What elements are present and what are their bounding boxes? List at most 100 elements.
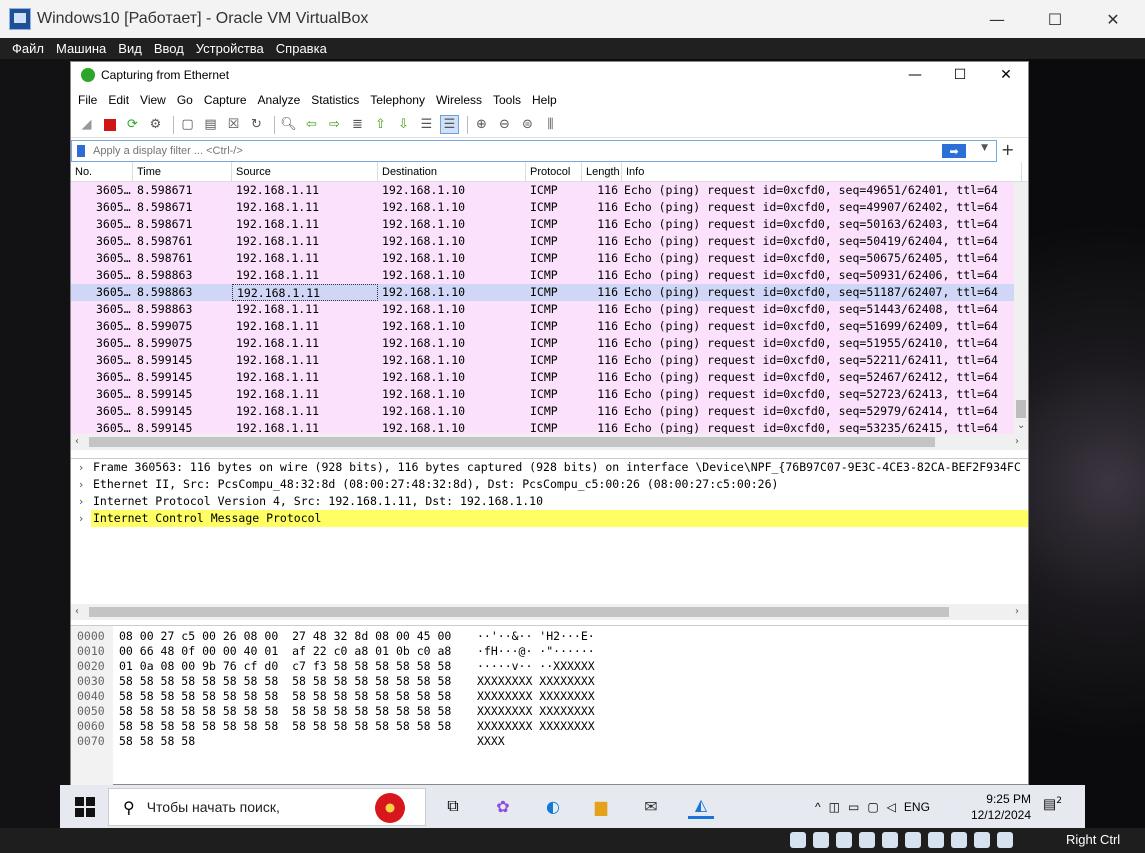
hdd-status-icon[interactable] (790, 832, 806, 848)
packet-row[interactable]: 3605… 8.598761 192.168.1.11 192.168.1.10 ICM… (71, 233, 1028, 250)
tray-network-icon[interactable]: ▢ (867, 800, 878, 814)
byte-row[interactable]: 0000 08 00 27 c5 00 26 08 00 27 48 32 8d … (71, 629, 1028, 644)
display-status-icon[interactable] (928, 832, 944, 848)
menu-help[interactable]: Help (532, 93, 557, 107)
menu-edit[interactable]: Edit (108, 93, 129, 107)
detail-row-ipv4[interactable]: › Internet Protocol Version 4, Src: 192.1… (71, 493, 1028, 510)
packet-list-hscrollbar[interactable]: ‹ › (71, 434, 1028, 450)
vbox-menu-file[interactable]: Файл (12, 41, 44, 56)
capture-options-icon[interactable]: ⚙ (146, 115, 165, 134)
column-info[interactable]: Info (622, 162, 1022, 181)
column-time[interactable]: Time (133, 162, 232, 181)
go-forward-icon[interactable]: ⇨ (325, 115, 344, 134)
minimize-button[interactable]: — (968, 0, 1026, 38)
byte-row[interactable]: 0050 58 58 58 58 58 58 58 58 58 58 58 58 … (71, 704, 1028, 719)
details-hscrollbar[interactable]: ‹ › (71, 604, 1028, 620)
menu-telephony[interactable]: Telephony (370, 93, 425, 107)
menu-wireless[interactable]: Wireless (436, 93, 482, 107)
packet-row[interactable]: 3605… 8.599145 192.168.1.11 192.168.1.10 ICM… (71, 352, 1028, 369)
packet-list-vscrollbar[interactable]: ⌄ (1014, 182, 1028, 434)
scroll-down-icon[interactable]: ⌄ (1017, 420, 1025, 431)
expand-chevron-icon[interactable]: › (71, 476, 91, 493)
ws-close-button[interactable]: ✕ (983, 62, 1029, 88)
packet-row[interactable]: 3605… 8.598671 192.168.1.11 192.168.1.10 ICM… (71, 199, 1028, 216)
ws-maximize-button[interactable]: ☐ (937, 62, 983, 88)
tray-language[interactable]: ENG (904, 800, 930, 814)
hscroll-thumb[interactable] (89, 437, 935, 447)
audio-status-icon[interactable] (836, 832, 852, 848)
menu-capture[interactable]: Capture (204, 93, 247, 107)
close-button[interactable]: ✕ (1084, 0, 1142, 38)
vbox-menu-view[interactable]: Вид (118, 41, 142, 56)
restart-capture-icon[interactable]: ⟳ (123, 115, 142, 134)
byte-row[interactable]: 0040 58 58 58 58 58 58 58 58 58 58 58 58 … (71, 689, 1028, 704)
start-capture-icon[interactable]: ◢ (77, 115, 96, 134)
tray-volume-icon[interactable]: ◁ (887, 800, 896, 814)
vbox-menu-help[interactable]: Справка (276, 41, 327, 56)
detail-row-icmp[interactable]: › Internet Control Message Protocol (71, 510, 1028, 527)
vscroll-thumb[interactable] (1016, 400, 1026, 418)
packet-row[interactable]: 3605… 8.599075 192.168.1.11 192.168.1.10 ICM… (71, 335, 1028, 352)
colorize-icon[interactable]: ☰ (440, 115, 459, 134)
packet-row[interactable]: 3605… 8.598671 192.168.1.11 192.168.1.10 ICM… (71, 216, 1028, 233)
file-explorer-icon[interactable]: ▆ (588, 793, 614, 819)
maximize-button[interactable]: ☐ (1026, 0, 1084, 38)
taskbar-search-box[interactable]: ⚲ Чтобы начать поиск, (108, 788, 426, 826)
stop-capture-icon[interactable] (100, 115, 119, 134)
scroll-left-icon[interactable]: ‹ (75, 436, 79, 447)
poinsettia-search-highlight-icon[interactable] (375, 793, 405, 823)
packet-row[interactable]: 3605… 8.598761 192.168.1.11 192.168.1.10 ICM… (71, 250, 1028, 267)
packet-row[interactable]: 3605… 8.599075 192.168.1.11 192.168.1.10 ICM… (71, 318, 1028, 335)
column-length[interactable]: Length (582, 162, 622, 181)
filter-dropdown-icon[interactable]: ▼ (981, 143, 988, 153)
menu-go[interactable]: Go (177, 93, 193, 107)
tray-battery-icon[interactable]: ▭ (848, 800, 859, 814)
column-destination[interactable]: Destination (378, 162, 526, 181)
notification-center-icon[interactable]: ▤2 (1043, 796, 1063, 816)
menu-analyze[interactable]: Analyze (258, 93, 301, 107)
vbox-menu-devices[interactable]: Устройства (196, 41, 264, 56)
packet-row[interactable]: 3605… 8.598671 192.168.1.11 192.168.1.10 ICM… (71, 182, 1028, 199)
detail-row-frame[interactable]: › Frame 360563: 116 bytes on wire (928 bi… (71, 459, 1028, 476)
shared-folder-status-icon[interactable] (905, 832, 921, 848)
taskbar-clock[interactable]: 9:25 PM 12/12/2024 (965, 791, 1031, 823)
network-status-icon[interactable] (859, 832, 875, 848)
go-to-packet-icon[interactable]: ≣ (348, 115, 367, 134)
expand-chevron-icon[interactable]: › (71, 459, 91, 476)
reload-file-icon[interactable]: ↻ (247, 115, 266, 134)
scroll-right-icon[interactable]: › (1015, 606, 1019, 617)
tray-webcam-icon[interactable]: ◫ (829, 800, 840, 814)
edge-browser-icon[interactable]: ◐ (540, 793, 566, 819)
autoscroll-icon[interactable]: ☰ (417, 115, 436, 134)
recording-status-icon[interactable] (951, 832, 967, 848)
byte-row[interactable]: 0030 58 58 58 58 58 58 58 58 58 58 58 58 … (71, 674, 1028, 689)
packet-row[interactable]: 3605… 8.598863 192.168.1.11 192.168.1.10 ICM… (71, 284, 1028, 301)
wireshark-taskbar-icon[interactable]: ◭ (688, 793, 714, 819)
packet-row[interactable]: 3605… 8.598863 192.168.1.11 192.168.1.10 ICM… (71, 267, 1028, 284)
menu-tools[interactable]: Tools (493, 93, 521, 107)
menu-statistics[interactable]: Statistics (311, 93, 359, 107)
byte-row[interactable]: 0060 58 58 58 58 58 58 58 58 58 58 58 58 … (71, 719, 1028, 734)
tray-chevron-up-icon[interactable]: ^ (815, 800, 821, 814)
scroll-right-icon[interactable]: › (1015, 436, 1019, 447)
expand-chevron-icon[interactable]: › (71, 510, 91, 527)
menu-view[interactable]: View (140, 93, 166, 107)
go-back-icon[interactable]: ⇦ (302, 115, 321, 134)
packet-row[interactable]: 3605… 8.598863 192.168.1.11 192.168.1.10 ICM… (71, 301, 1028, 318)
save-file-icon[interactable]: ▤ (201, 115, 220, 134)
optical-status-icon[interactable] (813, 832, 829, 848)
apply-filter-arrow-icon[interactable]: ➡ (942, 144, 966, 158)
add-filter-button-icon[interactable]: + (1001, 140, 1014, 159)
cpu-status-icon[interactable] (974, 832, 990, 848)
copilot-icon[interactable]: ✿ (490, 793, 516, 819)
mouse-integration-icon[interactable] (997, 832, 1013, 848)
bookmark-icon[interactable] (77, 145, 85, 157)
byte-row[interactable]: 0070 58 58 58 58 XXXX (71, 734, 1028, 749)
column-no[interactable]: No. (71, 162, 133, 181)
details-hscroll-thumb[interactable] (89, 607, 949, 617)
byte-row[interactable]: 0020 01 0a 08 00 9b 76 cf d0 c7 f3 58 58 … (71, 659, 1028, 674)
ws-minimize-button[interactable]: — (892, 62, 938, 88)
column-protocol[interactable]: Protocol (526, 162, 582, 181)
menu-file[interactable]: File (78, 93, 97, 107)
packet-row[interactable]: 3605… 8.599145 192.168.1.11 192.168.1.10 ICM… (71, 386, 1028, 403)
